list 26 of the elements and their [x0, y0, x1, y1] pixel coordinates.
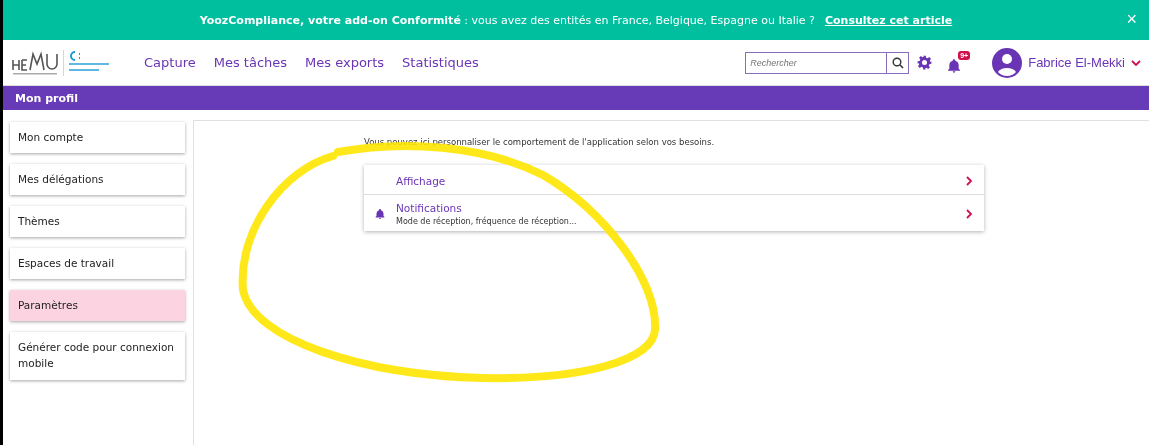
nav-link[interactable]: Statistiques — [402, 55, 479, 70]
sidebar-item[interactable]: Mes délégations — [10, 164, 185, 195]
search-field[interactable]: Rechercher — [745, 51, 888, 74]
chevron-right-icon — [964, 209, 974, 219]
banner-text: YoozCompliance, votre add-on Conformité : vous avez des entités en France, Belgique, Espagne ou Italie ? — [199, 13, 815, 27]
avatar-icon — [992, 47, 1023, 78]
sidebar-item[interactable]: Générer code pour connexion mobile — [10, 332, 185, 380]
settings-row[interactable]: Notifications Mode de réception, fréquence de réception... — [364, 194, 984, 231]
settings-icon — [917, 55, 933, 70]
settings-button[interactable] — [917, 55, 933, 70]
settings-row[interactable]: Affichage — [364, 165, 984, 194]
chevron-right-icon — [964, 175, 974, 186]
sidebar-item[interactable]: Paramètres — [10, 290, 185, 321]
search-button[interactable] — [887, 51, 910, 74]
search-icon — [891, 56, 904, 69]
sidebar-item[interactable]: Espaces de travail — [10, 248, 185, 279]
page-title: Mon profil — [15, 91, 78, 105]
user-menu[interactable]: Fabrice El-Mekki — [992, 47, 1141, 78]
nav-link[interactable]: Mes tâches — [213, 55, 288, 70]
nav-link[interactable]: Capture — [144, 55, 196, 70]
bell-icon — [374, 208, 386, 220]
bell-icon — [946, 58, 963, 74]
caret-icon — [1131, 58, 1141, 67]
sidebar-item[interactable]: Mon compte — [10, 122, 185, 153]
nav-link[interactable]: Mes exports — [305, 55, 385, 70]
sidebar-item[interactable]: Thèmes — [10, 206, 185, 237]
